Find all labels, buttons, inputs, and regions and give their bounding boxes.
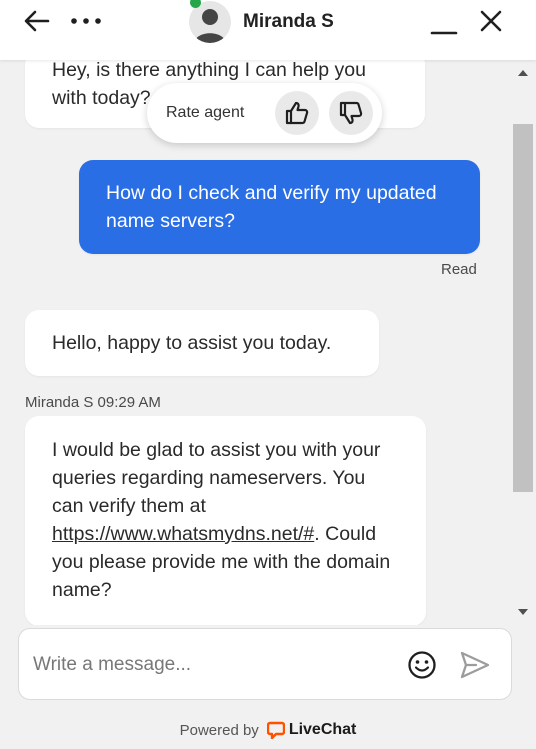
more-dots-icon — [71, 18, 101, 24]
more-options-button[interactable] — [68, 6, 104, 36]
scroll-thumb[interactable] — [513, 124, 533, 492]
minimize-icon — [430, 31, 458, 35]
message-composer — [18, 628, 512, 700]
thumbs-up-icon — [285, 101, 309, 125]
user-message: How do I check and verify my updated nam… — [79, 160, 480, 254]
scroll-down-arrow-icon[interactable] — [518, 609, 528, 615]
message-input[interactable] — [33, 647, 393, 683]
nameserver-check-link[interactable]: https://www.whatsmydns.net/# — [52, 523, 314, 545]
message-text: How do I check and verify my updated nam… — [106, 182, 437, 232]
send-button[interactable] — [459, 649, 491, 681]
agent-message: Hello, happy to assist you today. — [25, 310, 379, 376]
emoji-button[interactable] — [407, 650, 437, 680]
thumbs-down-icon — [339, 101, 363, 125]
agent-message: I would be glad to assist you with your … — [25, 416, 426, 625]
rate-agent-label: Rate agent — [166, 104, 245, 121]
arrow-left-icon — [24, 10, 50, 32]
scroll-up-arrow-icon[interactable] — [518, 70, 528, 76]
agent-info: Miranda S — [189, 1, 334, 43]
message-time: 09:29 AM — [97, 394, 161, 411]
messages-scrollbar[interactable] — [510, 60, 536, 625]
message-meta: Miranda S 09:29 AM — [25, 394, 161, 411]
livechat-brand[interactable]: LiveChat — [289, 721, 357, 739]
message-text: Hello, happy to assist you today. — [52, 332, 332, 354]
minimize-button[interactable] — [426, 12, 462, 42]
thumbs-down-button[interactable] — [329, 91, 373, 135]
thumbs-up-button[interactable] — [275, 91, 319, 135]
message-list[interactable]: Hey, is there anything I can help you wi… — [0, 60, 510, 625]
close-icon — [480, 10, 502, 32]
read-receipt: Read — [441, 261, 477, 278]
sender-name: Miranda S — [25, 394, 94, 411]
powered-by-label: Powered by — [179, 721, 259, 739]
back-button[interactable] — [19, 6, 55, 36]
chat-header: Miranda S — [0, 0, 536, 60]
livechat-logo-icon — [266, 721, 285, 739]
rate-agent-popup: Rate agent — [147, 83, 382, 143]
powered-by-footer: Powered by LiveChat — [0, 718, 536, 742]
agent-name: Miranda S — [243, 11, 334, 32]
smiley-icon — [408, 651, 436, 679]
send-icon — [460, 651, 490, 679]
close-button[interactable] — [473, 6, 509, 36]
message-text: I would be glad to assist you with your … — [52, 439, 381, 517]
